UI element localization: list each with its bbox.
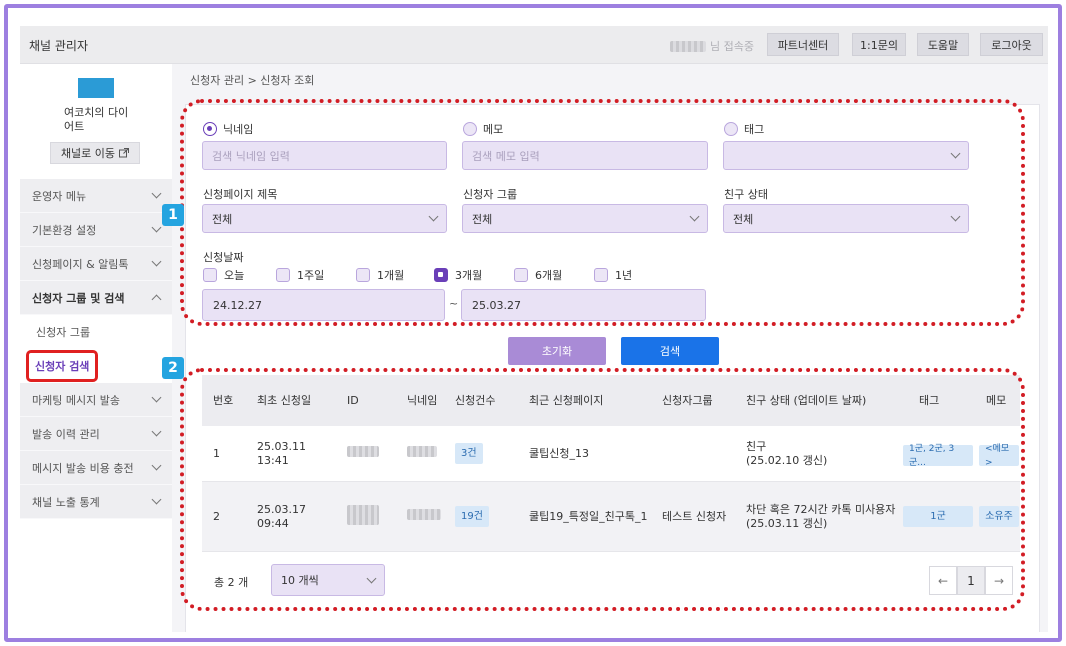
sidebar-item-label: 메시지 발송 비용 충전 (32, 461, 134, 475)
sidebar-item-applicants[interactable]: 신청자 그룹 및 검색 (20, 281, 172, 315)
sidebar-item-settings[interactable]: 기본환경 설정 (20, 213, 172, 247)
channel-logo (78, 78, 114, 98)
annotation-outline-results (180, 368, 1025, 611)
sidebar-subitem-label: 신청자 그룹 (36, 326, 91, 339)
sidebar-item-stats[interactable]: 채널 노출 통계 (20, 485, 172, 519)
sidebar-item-label: 기본환경 설정 (32, 223, 97, 237)
sidebar-subitem-label: 신청자 검색 (26, 350, 99, 382)
breadcrumb: 신청자 관리 > 신청자 조회 (190, 74, 315, 87)
help-button[interactable]: 도움말 (917, 33, 969, 56)
sidebar-item-operator[interactable]: 운영자 메뉴 (20, 179, 172, 213)
sidebar-item-label: 마케팅 메시지 발송 (32, 393, 120, 407)
sidebar-subitem-search[interactable]: 신청자 검색 (20, 349, 172, 383)
sidebar-item-label: 채널 노출 통계 (32, 495, 100, 509)
logout-button[interactable]: 로그아웃 (980, 33, 1043, 56)
external-link-icon (119, 148, 130, 158)
sidebar-subitem-groups[interactable]: 신청자 그룹 (20, 315, 172, 349)
annotation-marker-1: 1 (162, 204, 184, 226)
go-to-channel-label: 채널로 이동 (60, 147, 116, 160)
chevron-up-icon (151, 294, 162, 304)
sidebar-item-charge[interactable]: 메시지 발송 비용 충전 (20, 451, 172, 485)
top-bar: 채널 관리자 님 접속중 파트너센터 1:1문의 도움말 로그아웃 (20, 26, 1048, 64)
chevron-down-icon (151, 426, 162, 437)
sidebar: 여코치의 다이어트 채널로 이동 운영자 메뉴 기본환경 설정 신청페이지 & … (20, 64, 172, 632)
sidebar-item-pages[interactable]: 신청페이지 & 알림톡 (20, 247, 172, 281)
sidebar-item-history[interactable]: 발송 이력 관리 (20, 417, 172, 451)
app-title: 채널 관리자 (29, 39, 89, 53)
sidebar-item-label: 발송 이력 관리 (32, 427, 100, 441)
chevron-down-icon (151, 188, 162, 199)
search-button[interactable]: 검색 (621, 337, 719, 365)
sidebar-item-label: 신청페이지 & 알림톡 (32, 257, 129, 271)
user-name-redacted (670, 40, 706, 52)
go-to-channel-button[interactable]: 채널로 이동 (50, 142, 140, 164)
chevron-down-icon (151, 460, 162, 471)
user-status-text: 님 접속중 (710, 40, 754, 53)
annotation-marker-2: 2 (162, 357, 184, 379)
sidebar-item-label: 운영자 메뉴 (32, 189, 87, 203)
sidebar-item-label: 신청자 그룹 및 검색 (32, 291, 125, 305)
chevron-down-icon (151, 222, 162, 233)
chevron-down-icon (151, 494, 162, 505)
chevron-down-icon (151, 392, 162, 403)
partner-center-button[interactable]: 파트너센터 (767, 33, 839, 56)
channel-name: 여코치의 다이어트 (64, 106, 129, 133)
chevron-down-icon (151, 256, 162, 267)
annotation-outline-filters (180, 99, 1025, 326)
user-status: 님 접속중 (670, 38, 754, 54)
reset-button[interactable]: 초기화 (508, 337, 606, 365)
sidebar-menu: 운영자 메뉴 기본환경 설정 신청페이지 & 알림톡 신청자 그룹 및 검색 신… (20, 179, 172, 519)
sidebar-item-marketing[interactable]: 마케팅 메시지 발송 (20, 383, 172, 417)
inquiry-button[interactable]: 1:1문의 (852, 33, 906, 56)
